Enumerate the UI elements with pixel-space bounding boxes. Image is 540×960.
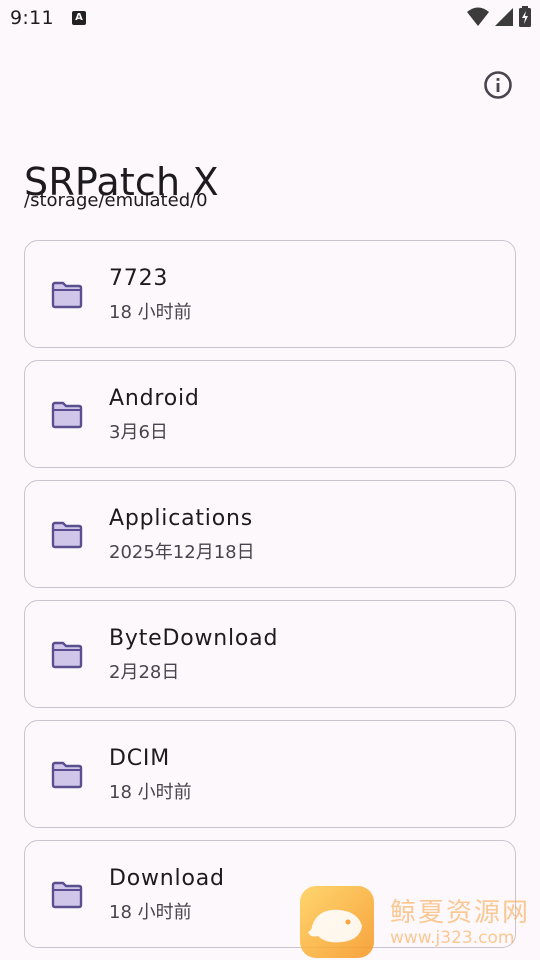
file-name: 7723	[109, 266, 169, 291]
status-icons	[466, 6, 532, 28]
info-icon	[484, 71, 512, 99]
file-date: 18 小时前	[109, 302, 192, 323]
watermark-logo	[300, 886, 374, 958]
file-date: 2025年12月18日	[109, 542, 255, 563]
file-name: ByteDownload	[109, 626, 279, 651]
folder-icon	[51, 401, 83, 429]
file-name: DCIM	[109, 746, 170, 771]
screen: 9:11 A SRPatch X /storage/emulated/0 772…	[0, 0, 540, 960]
file-item-android[interactable]: Android 3月6日	[24, 360, 516, 468]
file-item-7723[interactable]: 7723 18 小时前	[24, 240, 516, 348]
current-path: /storage/emulated/0	[24, 190, 208, 211]
file-name: Applications	[109, 506, 253, 531]
folder-icon	[51, 641, 83, 669]
file-item-bytedownload[interactable]: ByteDownload 2月28日	[24, 600, 516, 708]
status-time: 9:11	[10, 7, 54, 29]
watermark-url: www.j323.com	[390, 928, 515, 948]
file-item-dcim[interactable]: DCIM 18 小时前	[24, 720, 516, 828]
whale-icon	[308, 909, 362, 943]
battery-icon	[519, 6, 531, 27]
file-date: 3月6日	[109, 422, 168, 443]
file-date: 2月28日	[109, 662, 180, 683]
file-date: 18 小时前	[109, 902, 192, 923]
notification-icon: A	[72, 11, 86, 25]
folder-icon	[51, 881, 83, 909]
folder-icon	[51, 281, 83, 309]
watermark-text: 鲸夏资源网	[390, 898, 531, 928]
file-name: Android	[109, 386, 200, 411]
folder-icon	[51, 761, 83, 789]
cellular-signal-icon	[495, 8, 513, 26]
file-date: 18 小时前	[109, 782, 192, 803]
file-name: Download	[109, 866, 225, 891]
file-list: 7723 18 小时前 Android 3月6日 Applications 20…	[24, 240, 516, 960]
wifi-icon	[467, 7, 489, 26]
status-bar: 9:11 A	[0, 0, 540, 36]
watermark: 鲸夏资源网 www.j323.com	[298, 884, 540, 960]
folder-icon	[51, 521, 83, 549]
file-item-applications[interactable]: Applications 2025年12月18日	[24, 480, 516, 588]
info-button[interactable]	[478, 65, 518, 105]
